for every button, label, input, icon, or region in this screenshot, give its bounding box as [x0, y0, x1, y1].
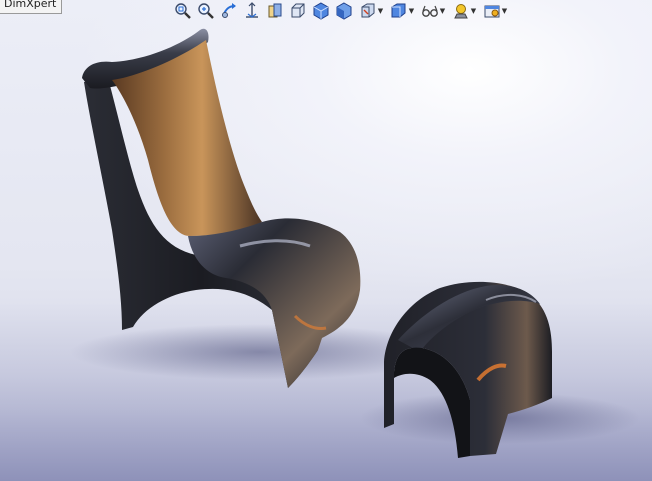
edit-appearance-button[interactable]: ▼	[418, 0, 448, 22]
view-orientation-button[interactable]	[287, 0, 309, 22]
display-style-icon	[361, 3, 375, 18]
shaded-view-icon	[336, 2, 352, 20]
edit-appearance-icon	[421, 5, 438, 17]
chevron-down-icon: ▼	[377, 6, 384, 15]
section-view-button[interactable]	[241, 0, 263, 22]
heads-up-view-toolbar: ▼ ▼ ▼ ▼ ▼	[172, 0, 510, 22]
chevron-down-icon: ▼	[501, 6, 508, 15]
dynamic-annotation-button[interactable]	[264, 0, 286, 22]
apply-scene-icon	[453, 4, 468, 19]
model-scene[interactable]	[0, 0, 652, 481]
section-view-icon	[246, 2, 258, 18]
hide-show-items-icon	[391, 3, 406, 18]
zoom-to-area-icon	[198, 3, 214, 19]
view-settings-button[interactable]: ▼	[480, 0, 510, 22]
dynamic-annotation-icon	[268, 3, 282, 18]
view-settings-icon	[484, 5, 500, 18]
apply-scene-button[interactable]: ▼	[449, 0, 479, 22]
isometric-view-button[interactable]	[310, 0, 332, 22]
chevron-down-icon: ▼	[408, 6, 415, 15]
previous-view-icon	[222, 3, 236, 18]
zoom-to-fit-button[interactable]	[172, 0, 194, 22]
chevron-down-icon: ▼	[439, 6, 446, 15]
view-orientation-icon	[291, 3, 305, 18]
chevron-down-icon: ▼	[470, 6, 477, 15]
shaded-view-button[interactable]	[333, 0, 355, 22]
hide-show-items-button[interactable]: ▼	[387, 0, 417, 22]
display-style-button[interactable]: ▼	[356, 0, 386, 22]
graphics-area[interactable]: DimXpert ▼ ▼ ▼ ▼ ▼	[0, 0, 652, 481]
isometric-view-icon	[313, 2, 329, 20]
zoom-to-fit-icon	[175, 3, 191, 19]
zoom-to-area-button[interactable]	[195, 0, 217, 22]
previous-view-button[interactable]	[218, 0, 240, 22]
dimxpert-tab[interactable]: DimXpert	[0, 0, 63, 14]
